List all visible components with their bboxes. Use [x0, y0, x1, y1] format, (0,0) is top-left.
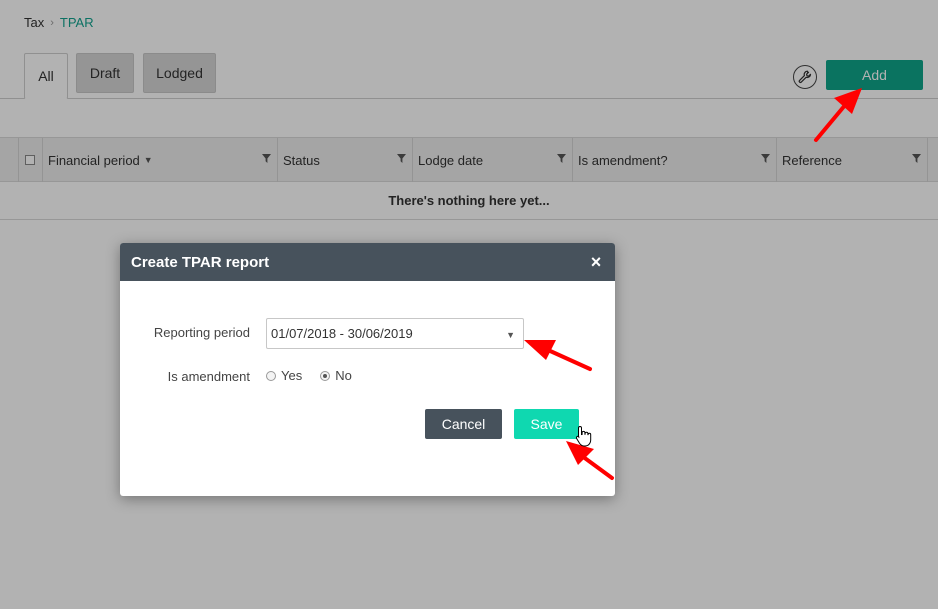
- reporting-period-label: Reporting period: [153, 325, 250, 340]
- hand-cursor-icon: [575, 425, 592, 447]
- save-button[interactable]: Save: [514, 409, 579, 439]
- dialog-header: Create TPAR report ×: [120, 243, 615, 281]
- radio-yes-button[interactable]: [266, 370, 276, 381]
- chevron-down-icon: ▼: [506, 330, 515, 340]
- radio-no-label: No: [335, 368, 352, 383]
- radio-yes[interactable]: Yes: [266, 368, 302, 383]
- is-amendment-label: Is amendment: [167, 369, 250, 384]
- radio-no[interactable]: No: [320, 368, 352, 383]
- close-icon[interactable]: ×: [586, 252, 606, 272]
- cancel-button[interactable]: Cancel: [425, 409, 502, 439]
- dialog-title: Create TPAR report: [131, 253, 270, 271]
- radio-yes-label: Yes: [281, 368, 303, 383]
- create-tpar-dialog: Create TPAR report × Reporting period 01…: [120, 243, 615, 496]
- radio-no-button[interactable]: [320, 370, 331, 381]
- reporting-period-value: 01/07/2018 - 30/06/2019: [271, 326, 413, 341]
- reporting-period-select[interactable]: 01/07/2018 - 30/06/2019 ▼: [266, 318, 524, 349]
- is-amendment-radio-group: Yes No: [266, 368, 370, 383]
